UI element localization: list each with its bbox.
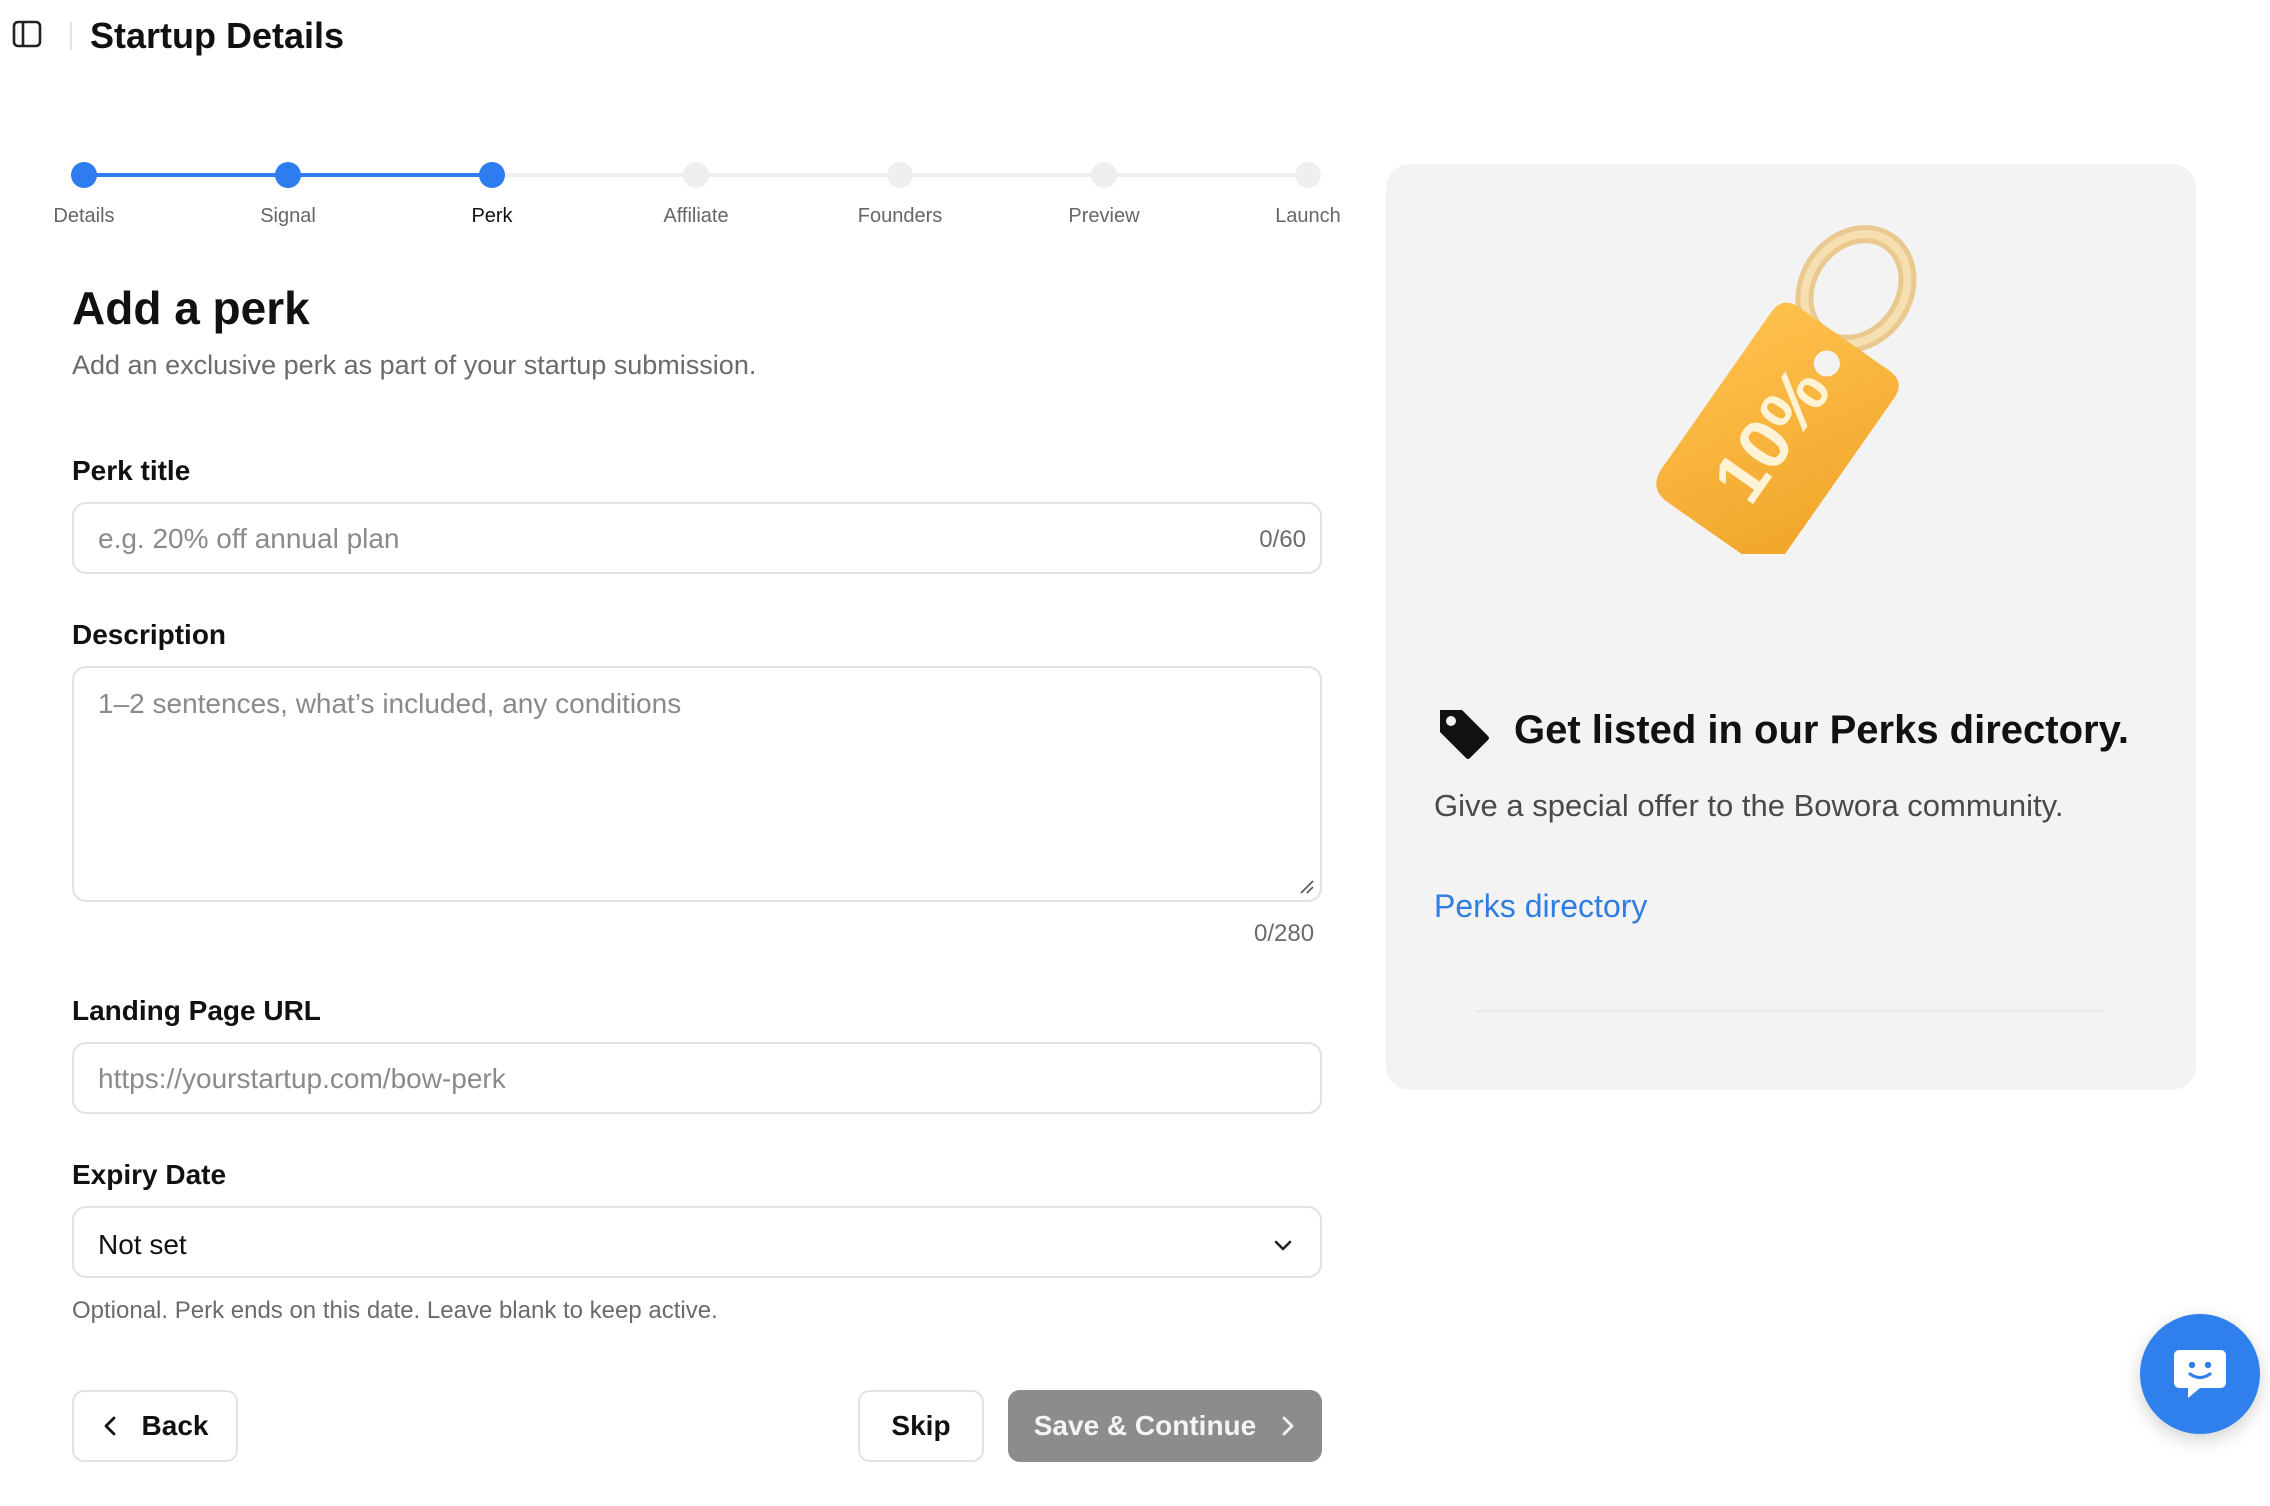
discount-tag-illustration: 10% <box>1656 225 1917 554</box>
sidebar-toggle-icon <box>12 20 42 48</box>
form-subheading: Add an exclusive perk as part of your st… <box>72 350 757 380</box>
expiry-date-helper: Optional. Perk ends on this date. Leave … <box>72 1297 718 1324</box>
perk-title-counter: 0/60 <box>1259 526 1306 553</box>
perk-form-header: Add a perk Add an exclusive perk as part… <box>72 280 1322 382</box>
tag-icon <box>1440 710 1489 759</box>
chevron-left-icon <box>104 1416 115 1436</box>
step-label: Perk <box>471 205 513 227</box>
header-divider <box>70 22 72 50</box>
description-textarea[interactable] <box>98 688 1288 878</box>
landing-url-input[interactable] <box>98 1062 1288 1096</box>
expiry-date-value: Not set <box>98 1229 187 1260</box>
step-signal[interactable]: Signal <box>208 160 368 228</box>
back-button[interactable]: Back <box>72 1390 238 1462</box>
step-dot <box>887 162 913 188</box>
chevron-down-icon <box>1274 1240 1292 1251</box>
progress-stepper: Details Signal Perk Affiliate Founders P… <box>40 160 1341 240</box>
step-dot <box>275 162 301 188</box>
step-perk[interactable]: Perk <box>412 160 572 228</box>
expiry-date-select[interactable]: Not set <box>72 1206 1322 1278</box>
step-label: Details <box>53 205 115 227</box>
skip-button[interactable]: Skip <box>858 1390 984 1462</box>
step-label: Preview <box>1068 205 1140 227</box>
step-affiliate[interactable]: Affiliate <box>616 160 776 228</box>
chevron-right-icon <box>1282 1416 1294 1436</box>
perk-title-field[interactable]: 0/60 <box>72 502 1322 574</box>
step-label: Launch <box>1275 205 1341 227</box>
save-continue-label: Save & Continue <box>1033 1410 1257 1441</box>
chat-support-button[interactable] <box>2140 1314 2260 1434</box>
perks-info-panel: 10% Get listed in our Perks directory. G… <box>1386 164 2196 1090</box>
form-heading: Add a perk <box>72 282 310 334</box>
step-founders[interactable]: Founders <box>820 160 980 228</box>
description-field[interactable] <box>72 666 1322 902</box>
expiry-date-label: Expiry Date <box>72 1159 227 1190</box>
landing-url-label: Landing Page URL <box>72 995 321 1026</box>
description-label: Description <box>72 619 227 650</box>
sidebar-toggle-button[interactable] <box>12 20 46 50</box>
landing-url-field[interactable] <box>72 1042 1322 1114</box>
step-dot <box>1295 162 1321 188</box>
step-label: Affiliate <box>663 205 729 227</box>
skip-button-label: Skip <box>891 1410 951 1441</box>
step-label: Signal <box>260 205 316 227</box>
panel-description: Give a special offer to the Bowora commu… <box>1434 788 2064 823</box>
back-button-label: Back <box>141 1410 209 1441</box>
perks-directory-link[interactable]: Perks directory <box>1434 886 1647 926</box>
resize-handle-icon[interactable] <box>1298 878 1314 894</box>
step-launch[interactable]: Launch <box>1228 160 1388 228</box>
top-header: Startup Details <box>0 0 2270 72</box>
save-continue-button[interactable]: Save & Continue <box>1008 1390 1322 1462</box>
chat-support-icon <box>2174 1350 2226 1398</box>
description-counter: 0/280 <box>1254 920 1315 947</box>
step-dot <box>71 162 97 188</box>
step-preview[interactable]: Preview <box>1024 160 1184 228</box>
step-dot <box>479 162 505 188</box>
perk-title-input[interactable] <box>98 522 1178 556</box>
step-dot <box>683 162 709 188</box>
panel-title: Get listed in our Perks directory. <box>1514 708 2129 752</box>
step-details[interactable]: Details <box>4 160 164 228</box>
step-dot <box>1091 162 1117 188</box>
page-title: Startup Details <box>90 15 345 56</box>
perk-title-label: Perk title <box>72 455 191 486</box>
panel-divider <box>1476 1010 2106 1012</box>
step-label: Founders <box>857 205 943 227</box>
